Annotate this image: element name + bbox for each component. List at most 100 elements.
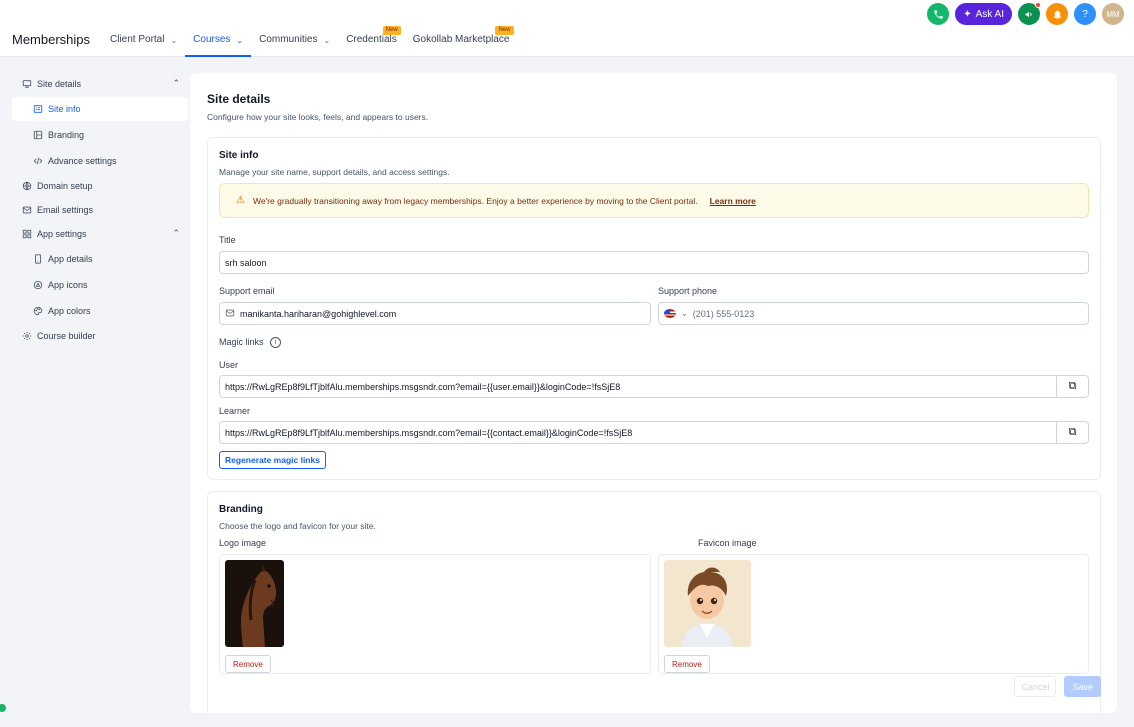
sidebar-item-app-colors[interactable]: App colors [12,299,188,323]
logo-upload-box[interactable]: Remove [219,554,651,674]
sparkle-icon: ✦ [963,8,972,20]
sidebar-item-label: Site info [48,104,81,114]
user-magic-link-value: https://RwLgREp8f9LfTjblfAlu.memberships… [225,381,621,392]
regenerate-magic-links-button[interactable]: Regenerate magic links [219,451,326,469]
nav-label: Communities [259,34,318,45]
page-subtitle: Configure how your site looks, feels, an… [207,112,429,122]
sidebar-item-label: Domain setup [37,181,93,191]
phone-icon[interactable] [927,3,950,25]
sidebar-item-site-info[interactable]: Site info [12,97,188,121]
sidebar-item-label: Site details [37,79,82,89]
main-nav: Client Portal ⌄ Courses ⌄ Communities ⌄ … [110,26,518,57]
avatar[interactable]: MM [1102,3,1124,25]
copy-icon[interactable]: ⧉ [1056,422,1088,443]
nav-client-portal[interactable]: Client Portal ⌄ [110,26,185,57]
form-actions: Cancel Save [1014,676,1101,697]
user-magic-link-input[interactable]: https://RwLgREp8f9LfTjblfAlu.memberships… [219,375,1089,398]
sidebar-item-site-details[interactable]: Site details ⌃ [12,73,188,95]
sidebar-item-domain-setup[interactable]: Domain setup [12,175,188,197]
sidebar-item-app-details[interactable]: App details [12,247,188,271]
sidebar-item-label: App icons [48,280,88,290]
sidebar-item-app-settings[interactable]: App settings ⌃ [12,223,188,245]
title-input[interactable]: srh saloon [219,251,1089,274]
nav-label: Courses [193,34,231,45]
save-button[interactable]: Save [1064,676,1101,697]
support-phone-input[interactable]: ⌄ (201) 555-0123 [658,302,1089,325]
megaphone-icon[interactable] [1018,2,1041,25]
chevron-up-icon[interactable]: ⌃ [172,78,180,89]
branding-section: Branding Choose the logo and favicon for… [207,491,1101,713]
magic-links-text: Magic links [219,337,264,347]
mail-icon [225,308,235,320]
gear-icon [22,331,32,341]
chevron-down-icon: ⌄ [170,36,178,45]
nav-credentials[interactable]: Credentials New [338,26,405,57]
top-bar: Memberships Client Portal ⌄ Courses ⌄ Co… [0,0,1134,57]
favicon-upload-box[interactable]: Remove [658,554,1089,674]
info-icon[interactable]: i [270,337,282,349]
cancel-button[interactable]: Cancel [1014,676,1057,697]
sidebar-item-label: Branding [48,130,85,140]
chevron-down-icon[interactable]: ⌄ [681,309,688,318]
app-title: Memberships [12,32,91,47]
help-icon[interactable]: ? [1074,3,1096,25]
support-email-input[interactable]: manikanta.hariharan@gohighlevel.com [219,302,651,325]
page-title: Site details [207,92,271,106]
sidebar-item-email-settings[interactable]: Email settings [12,199,188,221]
legacy-alert: ⚠ We're gradually transitioning away fro… [219,183,1089,218]
sidebar-item-course-builder[interactable]: Course builder [12,325,188,347]
favicon-image-label: Favicon image [698,538,757,548]
main-panel: Site details Configure how your site loo… [190,73,1117,713]
copy-icon[interactable]: ⧉ [1056,376,1088,397]
support-phone-placeholder: (201) 555-0123 [692,308,755,319]
section-subtitle: Choose the logo and favicon for your sit… [219,521,376,531]
nav-gokollab-marketplace[interactable]: Gokollab Marketplace New [405,26,518,57]
layout-icon [33,130,43,140]
learn-more-link[interactable]: Learn more [710,196,756,206]
chevron-down-icon: ⌄ [236,36,244,45]
nav-label: Client Portal [110,34,165,45]
new-badge: New [382,26,401,35]
learner-magic-link-value: https://RwLgREp8f9LfTjblfAlu.memberships… [225,427,633,438]
bell-icon[interactable] [1046,3,1068,25]
new-badge: New [495,26,514,35]
chevron-up-icon[interactable]: ⌃ [172,228,180,239]
sidebar-item-label: App colors [48,306,91,316]
site-info-section: Site info Manage your site name, support… [207,137,1101,480]
warning-icon: ⚠ [236,195,245,206]
section-title: Site info [219,150,259,161]
learner-magic-link-input[interactable]: https://RwLgREp8f9LfTjblfAlu.memberships… [219,421,1089,444]
support-email-label: Support email [219,286,275,296]
sidebar-item-label: App settings [37,229,87,239]
mail-icon [22,205,32,215]
favicon-image [664,560,751,647]
code-icon [33,156,43,166]
sidebar-item-label: Advance settings [48,156,117,166]
sidebar-item-label: Email settings [37,205,94,215]
monitor-icon [22,79,32,89]
sidebar-item-app-icons[interactable]: App icons [12,273,188,297]
sidebar-item-branding[interactable]: Branding [12,123,188,147]
logo-image-label: Logo image [219,538,267,548]
globe-icon [22,181,32,191]
ask-ai-button[interactable]: ✦ Ask AI [955,3,1012,25]
support-phone-label: Support phone [658,286,718,296]
logo-image [225,560,284,647]
avatar-initials: MM [1106,9,1120,19]
top-actions: ✦ Ask AI ? MM [927,2,1124,25]
list-icon [33,104,43,114]
sidebar: Site details ⌃ Site info Branding Advanc… [12,73,188,349]
sidebar-item-advance-settings[interactable]: Advance settings [12,149,188,173]
nav-courses[interactable]: Courses ⌄ [185,26,252,57]
status-dot[interactable] [0,704,6,712]
smartphone-icon [33,254,43,264]
grid-icon [22,229,32,239]
title-value: srh saloon [225,257,267,268]
support-email-value: manikanta.hariharan@gohighlevel.com [240,308,397,319]
remove-favicon-button[interactable]: Remove [664,655,710,673]
us-flag-icon[interactable] [664,309,676,318]
remove-logo-button[interactable]: Remove [225,655,271,673]
learner-link-label: Learner [219,406,251,416]
section-subtitle: Manage your site name, support details, … [219,167,450,177]
nav-communities[interactable]: Communities ⌄ [251,26,338,57]
